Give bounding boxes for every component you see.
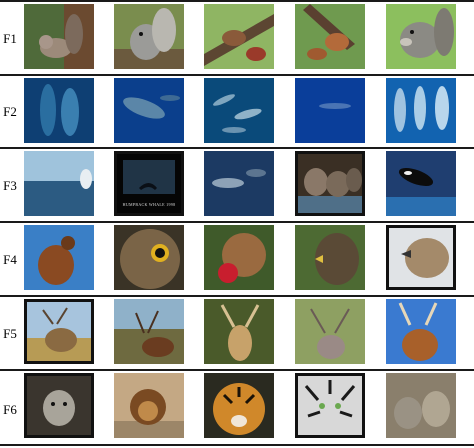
whale-breach-photo: [24, 151, 94, 216]
squirrel-photo: [386, 4, 456, 69]
hawk-photo: [386, 225, 456, 290]
squirrel-photo: [204, 4, 274, 69]
row-separator: [0, 369, 474, 371]
whale-underwater-photo: [295, 78, 365, 143]
squirrel-photo: [204, 225, 274, 290]
row-label-f1: F1: [3, 31, 17, 46]
image-grid: F1 F2 F3 F4 F5 F6 HUMPBACK WHALE 1998: [0, 0, 474, 448]
row-separator: [0, 147, 474, 149]
row-label-f4: F4: [3, 252, 17, 267]
squirrel-photo: [114, 4, 184, 69]
whales-underwater-photo: [24, 78, 94, 143]
row-label-f2: F2: [3, 104, 17, 119]
poster-caption: HUMPBACK WHALE 1998: [122, 202, 176, 207]
hawk-photo: [295, 225, 365, 290]
wolf-photo: [24, 373, 94, 438]
deer-photo: [295, 299, 365, 364]
deer-photo: [114, 299, 184, 364]
row-separator: [0, 444, 474, 446]
row-separator: [0, 295, 474, 297]
row-label-f5: F5: [3, 326, 17, 341]
deer-photo: [24, 299, 94, 364]
elephants-photo: [295, 151, 365, 216]
lion-photo: [114, 373, 184, 438]
orca-jump-photo: [386, 151, 456, 216]
dolphins-surface-photo: [204, 151, 274, 216]
white-tiger-photo: [295, 373, 365, 438]
hawk-photo: [24, 225, 94, 290]
owl-photo: [114, 225, 184, 290]
deer-photo: [204, 299, 274, 364]
row-label-f6: F6: [3, 402, 17, 417]
deer-photo: [386, 299, 456, 364]
squirrel-photo: [24, 4, 94, 69]
row-separator: [0, 74, 474, 76]
row-separator: [0, 221, 474, 223]
row-separator: [0, 0, 474, 2]
whales-underwater-photo: [386, 78, 456, 143]
wolves-photo: [386, 373, 456, 438]
tiger-photo: [204, 373, 274, 438]
row-label-f3: F3: [3, 178, 17, 193]
squirrel-photo: [295, 4, 365, 69]
whale-underwater-photo: [114, 78, 184, 143]
humpback-whale-poster: HUMPBACK WHALE 1998: [114, 151, 184, 216]
dolphins-underwater-photo: [204, 78, 274, 143]
